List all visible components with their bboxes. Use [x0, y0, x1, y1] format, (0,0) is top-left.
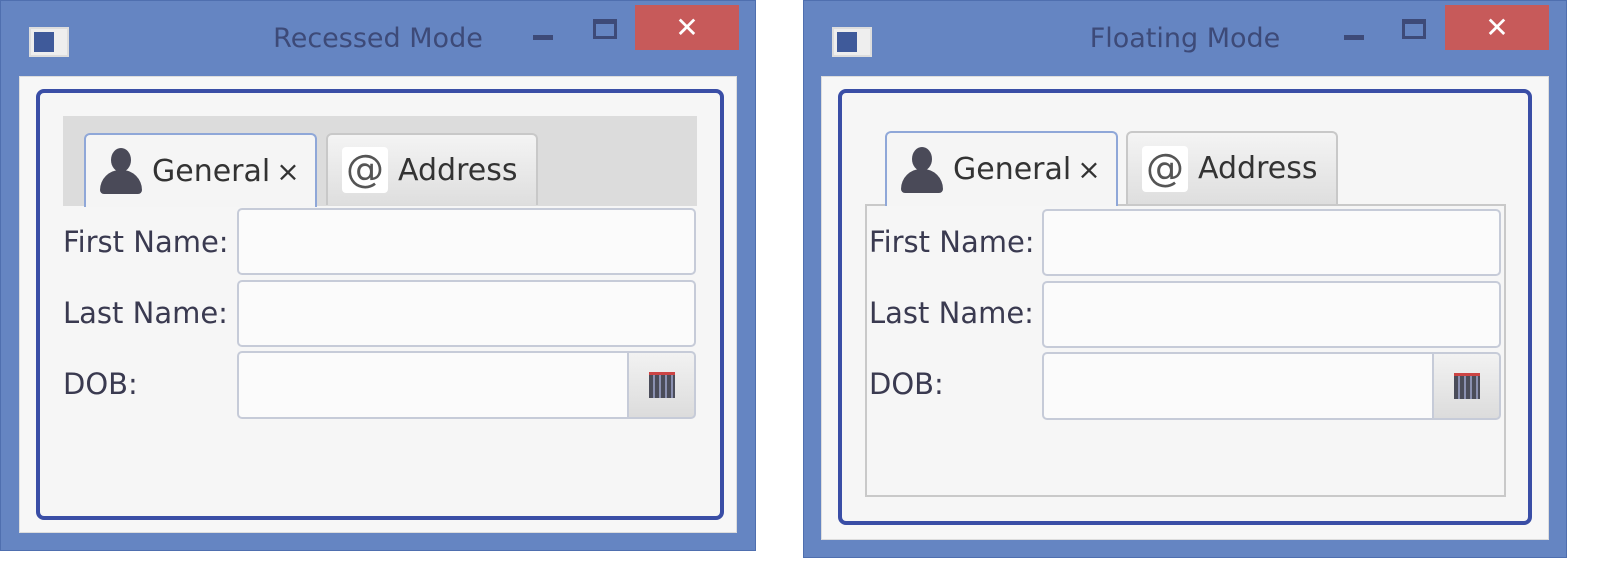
tab-general[interactable]: General × — [84, 133, 317, 207]
person-icon — [901, 146, 943, 193]
minimize-button[interactable] — [1344, 35, 1364, 40]
calendar-icon — [648, 372, 675, 398]
close-button[interactable]: ✕ — [1445, 5, 1549, 50]
last-name-label: Last Name: — [63, 296, 228, 330]
minimize-button[interactable] — [533, 35, 553, 40]
date-picker-button[interactable] — [627, 351, 696, 419]
tab-label: Address — [1198, 151, 1318, 186]
first-name-input[interactable] — [237, 208, 696, 275]
dob-input[interactable] — [237, 351, 629, 419]
date-picker-button[interactable] — [1432, 352, 1501, 420]
at-sign-icon: @ — [1142, 145, 1188, 192]
at-sign-icon: @ — [342, 147, 388, 193]
tab-close-icon[interactable]: × — [276, 155, 299, 188]
dob-label: DOB: — [869, 367, 944, 401]
tab-label: Address — [398, 152, 518, 188]
person-icon — [100, 148, 142, 194]
tab-close-icon[interactable]: × — [1077, 153, 1100, 186]
tab-address[interactable]: @ Address — [326, 133, 538, 205]
close-button[interactable]: ✕ — [635, 5, 739, 50]
last-name-input[interactable] — [1042, 281, 1501, 348]
first-name-label: First Name: — [63, 225, 229, 259]
maximize-button[interactable] — [1402, 19, 1426, 39]
dob-input[interactable] — [1042, 352, 1434, 420]
window-floating: Floating Mode ✕ General × @ Address Firs… — [803, 0, 1567, 558]
tab-label: General — [953, 152, 1072, 187]
last-name-label: Last Name: — [869, 296, 1034, 330]
tab-label: General — [152, 153, 271, 189]
first-name-label: First Name: — [869, 225, 1035, 259]
last-name-input[interactable] — [237, 280, 696, 347]
tab-general[interactable]: General × — [885, 131, 1118, 206]
calendar-icon — [1453, 373, 1480, 399]
tab-address[interactable]: @ Address — [1126, 131, 1338, 204]
dob-label: DOB: — [63, 367, 138, 401]
maximize-button[interactable] — [593, 19, 617, 39]
first-name-input[interactable] — [1042, 209, 1501, 276]
window-recessed: Recessed Mode ✕ General × @ Address Firs… — [0, 0, 756, 551]
